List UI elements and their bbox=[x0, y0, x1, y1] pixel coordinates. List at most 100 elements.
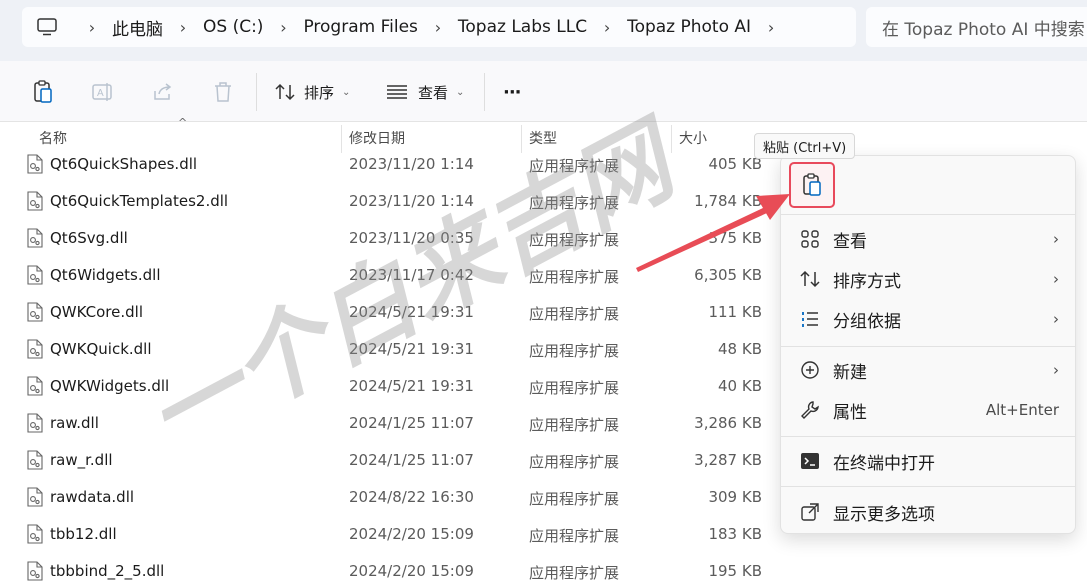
computer-icon[interactable] bbox=[22, 18, 72, 36]
group-icon bbox=[787, 309, 833, 329]
file-name: Qt6QuickShapes.dll bbox=[50, 155, 198, 173]
file-row[interactable]: Qt6QuickShapes.dll 2023/11/20 1:14 应用程序扩展 4… bbox=[20, 146, 780, 183]
sort-icon bbox=[274, 83, 296, 101]
breadcrumb-chevron-icon[interactable]: › bbox=[72, 18, 112, 37]
file-row[interactable]: raw_r.dll 2024/1/25 11:07 应用程序扩展 3,287 KB bbox=[20, 442, 780, 479]
dll-file-icon bbox=[26, 450, 44, 470]
breadcrumb-chevron-icon[interactable]: › bbox=[587, 18, 627, 37]
file-row[interactable]: rawdata.dll 2024/8/22 16:30 应用程序扩展 309 KB bbox=[20, 479, 780, 516]
file-date: 2023/11/20 1:14 bbox=[349, 192, 474, 210]
file-name: QWKWidgets.dll bbox=[50, 377, 170, 395]
file-type: 应用程序扩展 bbox=[529, 564, 620, 582]
file-name: Qt6QuickTemplates2.dll bbox=[50, 192, 229, 210]
new-icon bbox=[787, 360, 833, 380]
file-row[interactable]: QWKWidgets.dll 2024/5/21 19:31 应用程序扩展 40 KB bbox=[20, 368, 780, 405]
file-size: 195 KB bbox=[708, 562, 762, 580]
paste-icon bbox=[801, 173, 823, 197]
context-menu: 查看 › 排序方式 › 分组依据 › 新建 › 属性 Alt+Enter 在终端… bbox=[780, 155, 1076, 534]
sort-icon bbox=[787, 270, 833, 288]
paste-icon[interactable] bbox=[30, 79, 56, 105]
address-bar[interactable]: › 此电脑 › OS (C:) › Program Files › Topaz … bbox=[22, 7, 856, 47]
breadcrumb-chevron-icon[interactable]: › bbox=[163, 18, 203, 37]
file-size: 6,305 KB bbox=[694, 266, 762, 284]
file-type: 应用程序扩展 bbox=[529, 157, 620, 175]
menu-separator bbox=[781, 486, 1075, 487]
file-date: 2024/5/21 19:31 bbox=[349, 340, 474, 358]
dll-file-icon bbox=[26, 339, 44, 359]
shortcut-label: Alt+Enter bbox=[985, 401, 1059, 419]
paste-tooltip: 粘贴 (Ctrl+V) bbox=[754, 133, 856, 159]
file-date: 2024/1/25 11:07 bbox=[349, 414, 474, 432]
menu-item-properties[interactable]: 属性 Alt+Enter bbox=[787, 392, 1069, 428]
sort-button[interactable]: 排序 ⌄ bbox=[274, 78, 350, 106]
file-type: 应用程序扩展 bbox=[529, 490, 620, 508]
file-row[interactable]: raw.dll 2024/1/25 11:07 应用程序扩展 3,286 KB bbox=[20, 405, 780, 442]
search-input[interactable]: 在 Topaz Photo AI 中搜索 bbox=[866, 7, 1087, 47]
menu-item-label: 显示更多选项 bbox=[833, 504, 935, 525]
file-size: 375 KB bbox=[708, 229, 762, 247]
menu-item-show-more-options[interactable]: 显示更多选项 bbox=[787, 494, 1069, 530]
delete-icon[interactable] bbox=[210, 79, 236, 105]
dll-file-icon bbox=[26, 561, 44, 581]
breadcrumb-item[interactable]: OS (C:) bbox=[203, 17, 263, 37]
file-type: 应用程序扩展 bbox=[529, 305, 620, 323]
file-row[interactable]: Qt6Widgets.dll 2023/11/17 0:42 应用程序扩展 6,305… bbox=[20, 257, 780, 294]
file-date: 2024/1/25 11:07 bbox=[349, 451, 474, 469]
breadcrumb-item[interactable]: 此电脑 bbox=[112, 15, 163, 40]
file-row[interactable]: QWKCore.dll 2024/5/21 19:31 应用程序扩展 111 KB bbox=[20, 294, 780, 331]
breadcrumb-item[interactable]: Topaz Photo AI bbox=[627, 17, 751, 37]
file-name: QWKCore.dll bbox=[50, 303, 143, 321]
file-name: raw_r.dll bbox=[50, 451, 113, 469]
chevron-down-icon: ⌄ bbox=[342, 86, 351, 98]
file-row[interactable]: tbb12.dll 2024/2/20 15:09 应用程序扩展 183 KB bbox=[20, 516, 780, 553]
file-type: 应用程序扩展 bbox=[529, 342, 620, 360]
menu-item-label: 新建 bbox=[833, 362, 867, 383]
rename-icon[interactable]: A bbox=[90, 79, 116, 105]
file-name: Qt6Widgets.dll bbox=[50, 266, 161, 284]
file-size: 3,286 KB bbox=[694, 414, 762, 432]
grid-icon bbox=[787, 229, 833, 249]
command-bar: A 排序 ⌄ 查看 ⌄ ··· bbox=[0, 61, 1087, 122]
breadcrumb-chevron-icon[interactable]: › bbox=[418, 18, 458, 37]
file-size: 1,784 KB bbox=[694, 192, 762, 210]
file-size: 48 KB bbox=[718, 340, 762, 358]
file-row[interactable]: Qt6Svg.dll 2023/11/20 0:35 应用程序扩展 375 KB bbox=[20, 220, 780, 257]
paste-button[interactable] bbox=[789, 162, 835, 208]
dll-file-icon bbox=[26, 302, 44, 322]
breadcrumb-chevron-icon[interactable]: › bbox=[263, 18, 303, 37]
file-row[interactable]: tbbbind_2_5.dll 2024/2/20 15:09 应用程序扩展 195 … bbox=[20, 553, 780, 586]
view-button[interactable]: 查看 ⌄ bbox=[386, 78, 464, 106]
menu-separator bbox=[781, 436, 1075, 437]
file-size: 3,287 KB bbox=[694, 451, 762, 469]
file-date: 2024/5/21 19:31 bbox=[349, 377, 474, 395]
chevron-right-icon: › bbox=[1053, 230, 1059, 248]
chevron-right-icon: › bbox=[1053, 361, 1059, 379]
file-row[interactable]: Qt6QuickTemplates2.dll 2023/11/20 1:14 应用程… bbox=[20, 183, 780, 220]
view-label: 查看 bbox=[418, 83, 449, 102]
breadcrumb-item[interactable]: Topaz Labs LLC bbox=[458, 17, 587, 37]
file-date: 2024/2/20 15:09 bbox=[349, 562, 474, 580]
file-row[interactable]: QWKQuick.dll 2024/5/21 19:31 应用程序扩展 48 KB bbox=[20, 331, 780, 368]
more-button[interactable]: ··· bbox=[503, 78, 521, 106]
file-size: 309 KB bbox=[708, 488, 762, 506]
share-icon[interactable] bbox=[150, 79, 176, 105]
chevron-right-icon: › bbox=[1053, 310, 1059, 328]
breadcrumb-item[interactable]: Program Files bbox=[303, 17, 417, 37]
file-date: 2023/11/17 0:42 bbox=[349, 266, 474, 284]
chevron-right-icon: › bbox=[1053, 270, 1059, 288]
file-type: 应用程序扩展 bbox=[529, 453, 620, 471]
file-size: 405 KB bbox=[708, 155, 762, 173]
file-date: 2023/11/20 0:35 bbox=[349, 229, 474, 247]
menu-item-sort-by[interactable]: 排序方式 › bbox=[787, 261, 1069, 297]
breadcrumb-chevron-icon[interactable]: › bbox=[751, 18, 791, 37]
file-type: 应用程序扩展 bbox=[529, 194, 620, 212]
menu-item-group-by[interactable]: 分组依据 › bbox=[787, 301, 1069, 337]
sort-label: 排序 bbox=[304, 83, 335, 102]
menu-item-open-terminal[interactable]: 在终端中打开 bbox=[787, 443, 1069, 479]
dll-file-icon bbox=[26, 376, 44, 396]
file-name: raw.dll bbox=[50, 414, 99, 432]
menu-item-new[interactable]: 新建 › bbox=[787, 352, 1069, 388]
dll-file-icon bbox=[26, 154, 44, 174]
dll-file-icon bbox=[26, 413, 44, 433]
menu-item-view[interactable]: 查看 › bbox=[787, 221, 1069, 257]
